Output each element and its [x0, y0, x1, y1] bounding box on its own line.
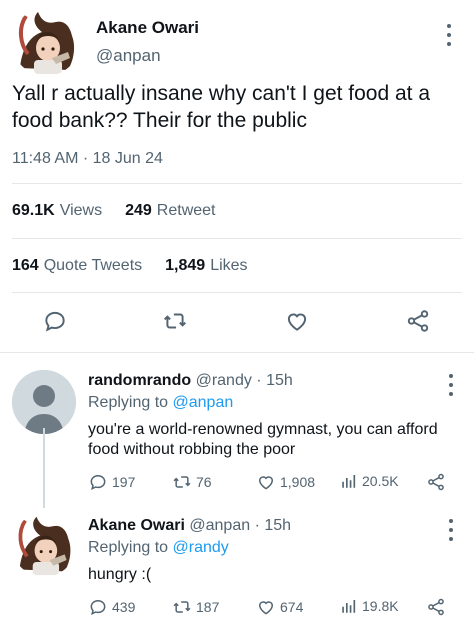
reply-tweet[interactable]: Akane Owari @anpan · 15h Replying to @ra… — [0, 505, 474, 620]
replying-label: Replying to — [88, 394, 169, 411]
replying-to: Replying to @randy — [88, 539, 229, 557]
likes-stat[interactable]: 1,849 Likes — [165, 257, 252, 275]
tweet-text: Yall r actually insane why can't I get f… — [12, 82, 431, 132]
views-label: Views — [59, 202, 103, 219]
retweet-icon — [173, 601, 191, 613]
share-icon[interactable] — [426, 597, 446, 617]
quotes-label: Quote Tweets — [43, 257, 143, 274]
reply-icon[interactable] — [42, 308, 68, 334]
author-handle[interactable]: @anpan — [96, 46, 161, 66]
like-count-button[interactable]: 1,908 — [256, 472, 315, 492]
like-count: 1,908 — [280, 474, 316, 490]
quotes-count: 164 — [12, 257, 39, 274]
stats-row-views: 69.1K Views 249 Retweet — [12, 202, 221, 220]
view-count: 20.5K — [362, 473, 399, 489]
views-chart-icon — [342, 475, 356, 488]
views-count: 69.1K — [12, 202, 55, 219]
tweet-timestamp[interactable]: 11:48 AM · 18 Jun 24 — [12, 150, 163, 168]
reply-actions: 197 76 1,908 20.5K — [88, 472, 458, 496]
reply-tweet[interactable]: randomrando @randy · 15h Replying to @an… — [0, 360, 474, 500]
reply-meta: Akane Owari @anpan · 15h — [88, 517, 291, 535]
reply-count: 439 — [112, 599, 136, 615]
dot-separator: · — [256, 372, 262, 389]
more-options-icon[interactable] — [446, 519, 456, 541]
retweet-count: 187 — [196, 599, 220, 615]
divider — [12, 292, 462, 293]
like-count: 674 — [280, 599, 304, 615]
divider — [12, 238, 462, 239]
anime-avatar-image — [12, 8, 80, 76]
replying-to: Replying to @anpan — [88, 394, 233, 412]
reply-author-handle[interactable]: @anpan — [189, 517, 250, 534]
like-icon[interactable] — [284, 308, 310, 334]
reply-meta: randomrando @randy · 15h — [88, 372, 293, 390]
likes-count: 1,849 — [165, 257, 206, 274]
reply-actions: 439 187 674 19.8K — [88, 597, 458, 620]
retweets-count: 249 — [125, 202, 152, 219]
retweets-stat[interactable]: 249 Retweet — [125, 202, 220, 220]
replying-handle-link[interactable]: @anpan — [173, 394, 234, 411]
retweet-icon[interactable] — [162, 308, 188, 334]
more-options-icon[interactable] — [446, 374, 456, 396]
views-count-button[interactable]: 20.5K — [340, 472, 399, 490]
retweet-count: 76 — [196, 474, 212, 490]
reply-icon — [90, 474, 106, 491]
reply-time[interactable]: 15h — [264, 517, 291, 534]
author-name[interactable]: Akane Owari — [96, 18, 199, 38]
reply-count-button[interactable]: 439 — [88, 597, 135, 617]
avatar[interactable] — [12, 513, 76, 577]
avatar[interactable] — [12, 8, 80, 76]
stats-row-quotes-likes: 164 Quote Tweets 1,849 Likes — [12, 257, 253, 275]
thread-connector-line — [43, 428, 45, 508]
reply-time[interactable]: 15h — [266, 372, 293, 389]
reply-author-name[interactable]: randomrando — [88, 372, 191, 389]
reply-author-name[interactable]: Akane Owari — [88, 517, 185, 534]
views-stat[interactable]: 69.1K Views — [12, 202, 107, 220]
view-count: 19.8K — [362, 598, 399, 614]
dot-separator: · — [254, 517, 260, 534]
views-count-button[interactable]: 19.8K — [340, 597, 399, 615]
quote-tweets-stat[interactable]: 164 Quote Tweets — [12, 257, 147, 275]
retweet-count-button[interactable]: 187 — [172, 597, 219, 617]
like-count-button[interactable]: 674 — [256, 597, 303, 617]
reply-author-handle[interactable]: @randy — [196, 372, 252, 389]
likes-label: Likes — [210, 257, 248, 274]
like-icon — [258, 601, 274, 615]
reply-count: 197 — [112, 474, 136, 490]
reply-icon — [90, 599, 106, 616]
divider — [12, 183, 462, 184]
retweets-label: Retweet — [156, 202, 216, 219]
more-options-icon[interactable] — [444, 24, 454, 46]
share-icon[interactable] — [405, 308, 431, 334]
retweet-count-button[interactable]: 76 — [172, 472, 212, 492]
like-icon — [258, 476, 274, 490]
reply-count-button[interactable]: 197 — [88, 472, 135, 492]
default-avatar-icon — [12, 370, 76, 434]
replying-label: Replying to — [88, 539, 169, 556]
retweet-icon — [173, 476, 191, 488]
avatar[interactable] — [12, 370, 76, 434]
tweet-action-bar — [0, 300, 474, 344]
main-tweet-header: Akane Owari @anpan — [8, 6, 468, 78]
reply-text: hungry :( — [88, 566, 152, 583]
reply-text: you're a world-renowned gymnast, you can… — [88, 421, 438, 458]
replying-handle-link[interactable]: @randy — [173, 539, 229, 556]
anime-avatar-image — [12, 513, 76, 577]
share-icon[interactable] — [426, 472, 446, 492]
views-chart-icon — [342, 600, 356, 613]
divider — [0, 352, 474, 353]
